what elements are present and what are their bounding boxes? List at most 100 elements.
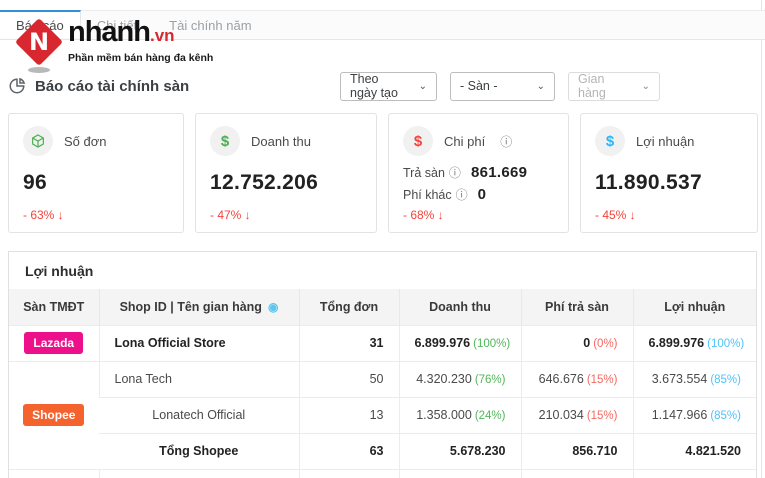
chevron-down-icon: ⌄ xyxy=(419,81,427,92)
card-profit: $ Lợi nhuận 11.890.537 - 45% ↓ xyxy=(580,113,758,233)
profit-cell xyxy=(633,469,756,478)
col-platform: Sàn TMĐT xyxy=(9,289,99,325)
profit-pct: (100%) xyxy=(707,338,744,350)
card-profit-value: 11.890.537 xyxy=(595,171,743,195)
profit-value: 3.673.554 xyxy=(652,372,708,386)
revenue-cell: 5.678.230 xyxy=(399,433,521,469)
table-row: Lazada Lona Official Store 31 6.899.976(… xyxy=(9,325,756,361)
profit-cell: 4.821.520 xyxy=(633,433,756,469)
dollar-icon: $ xyxy=(210,126,240,156)
card-orders-value: 96 xyxy=(23,171,169,195)
nhanh-logo-shadow xyxy=(28,67,50,73)
title-wrap: Báo cáo tài chính sàn xyxy=(8,77,189,95)
card-revenue-label: Doanh thu xyxy=(251,134,311,149)
col-shop-label: Shop ID | Tên gian hàng xyxy=(120,300,262,314)
card-cost-change: - 68% ↓ xyxy=(403,208,444,222)
nhanh-logo-word: nhanh.vn xyxy=(68,17,213,51)
revenue-cell: 6.899.976(100%) xyxy=(399,325,521,361)
info-icon[interactable]: ⓘ xyxy=(449,164,461,181)
card-cost-label: Chi phí xyxy=(444,134,485,149)
page-header: Báo cáo tài chính sàn Theo ngày tạo ⌄ - … xyxy=(0,68,765,104)
orders-cell: 31 xyxy=(299,325,399,361)
nhanh-logo-letter: N xyxy=(29,28,49,56)
card-orders: Số đơn 96 - 63% ↓ xyxy=(8,113,184,233)
platform-select[interactable]: - Sàn - ⌄ xyxy=(450,72,555,101)
cost-row2-label: Phí khác xyxy=(403,188,452,202)
fee-value: 210.034 xyxy=(539,408,584,422)
col-orders: Tổng đơn xyxy=(299,289,399,325)
revenue-value: 6.899.976 xyxy=(415,336,471,350)
card-revenue-top: $ Doanh thu xyxy=(210,126,362,156)
profit-pct: (85%) xyxy=(710,374,741,386)
card-orders-label: Số đơn xyxy=(64,134,107,149)
shop-cell: Tổng Shopee xyxy=(99,433,299,469)
stat-cards: Số đơn 96 - 63% ↓ $ Doanh thu 12.752.206… xyxy=(8,113,757,233)
fee-cell: 210.034(15%) xyxy=(521,397,633,433)
revenue-cell xyxy=(399,469,521,478)
revenue-value: 4.320.230 xyxy=(416,372,472,386)
fee-pct: (15%) xyxy=(587,374,618,386)
cost-row-other-fee: Phí khác ⓘ 0 xyxy=(403,186,554,203)
nhanh-word: nhanh xyxy=(68,16,150,48)
nhanh-logo-text: nhanh.vn Phần mềm bán hàng đa kênh xyxy=(68,17,213,64)
shop-cell: Lona Tech xyxy=(99,361,299,397)
table-row-total-shopee: Tổng Shopee 63 5.678.230 856.710 4.821.5… xyxy=(9,433,756,469)
package-icon xyxy=(23,126,53,156)
dollar-icon: $ xyxy=(595,126,625,156)
shopee-badge: Shopee xyxy=(23,404,84,426)
table-row: Shopee Lona Tech 50 4.320.230(76%) 646.6… xyxy=(9,361,756,397)
chevron-down-icon: ⌄ xyxy=(537,81,545,92)
table-header-row: Sàn TMĐT Shop ID | Tên gian hàng ◉ Tổng đ… xyxy=(9,289,756,325)
info-icon[interactable]: ⓘ xyxy=(456,186,468,203)
revenue-cell: 1.358.000(24%) xyxy=(399,397,521,433)
nhanh-tld: .vn xyxy=(150,26,175,45)
profit-section: Lợi nhuận Sàn TMĐT Shop ID | Tên gian hà… xyxy=(8,251,757,478)
card-revenue-value: 12.752.206 xyxy=(210,171,362,195)
profit-value: 1.147.966 xyxy=(652,408,708,422)
nhanh-logo: N nhanh.vn Phần mềm bán hàng đa kênh xyxy=(14,17,213,69)
platform-cell xyxy=(9,469,99,478)
profit-cell: 6.899.976(100%) xyxy=(633,325,756,361)
eye-icon[interactable]: ◉ xyxy=(268,300,278,314)
fee-cell: 856.710 xyxy=(521,433,633,469)
profit-value: 6.899.976 xyxy=(649,336,705,350)
fee-cell: 0(0%) xyxy=(521,325,633,361)
cost-row1-label: Trả sàn xyxy=(403,166,445,180)
platform-cell: Lazada xyxy=(9,325,99,361)
col-fee: Phí trả sàn xyxy=(521,289,633,325)
col-revenue: Doanh thu xyxy=(399,289,521,325)
nhanh-logo-tagline: Phần mềm bán hàng đa kênh xyxy=(68,52,213,64)
info-icon[interactable]: ⓘ xyxy=(500,133,512,150)
platform-value: - Sàn - xyxy=(460,79,498,93)
fee-pct: (15%) xyxy=(587,410,618,422)
pie-chart-icon xyxy=(8,77,26,95)
store-value: Gian hàng xyxy=(578,72,632,100)
chevron-down-icon: ⌄ xyxy=(642,81,650,92)
card-revenue-change: - 47% ↓ xyxy=(210,208,251,222)
store-select[interactable]: Gian hàng ⌄ xyxy=(568,72,660,101)
dollar-icon: $ xyxy=(403,126,433,156)
card-cost-top: $ Chi phí ⓘ xyxy=(403,126,554,156)
page-title: Báo cáo tài chính sàn xyxy=(35,78,189,95)
profit-cell: 3.673.554(85%) xyxy=(633,361,756,397)
card-cost-rows: Trả sàn ⓘ 861.669 Phí khác ⓘ 0 xyxy=(403,164,554,203)
fee-value: 0 xyxy=(583,336,590,350)
col-profit: Lợi nhuận xyxy=(633,289,756,325)
filters: Theo ngày tạo ⌄ - Sàn - ⌄ Gian hàng ⌄ xyxy=(340,72,757,101)
revenue-value: 1.358.000 xyxy=(416,408,472,422)
col-shop: Shop ID | Tên gian hàng ◉ xyxy=(99,289,299,325)
orders-cell xyxy=(299,469,399,478)
card-cost: $ Chi phí ⓘ Trả sàn ⓘ 861.669 Phí khác ⓘ… xyxy=(388,113,569,233)
orders-cell: 63 xyxy=(299,433,399,469)
shop-cell xyxy=(99,469,299,478)
date-type-select[interactable]: Theo ngày tạo ⌄ xyxy=(340,72,437,101)
fee-cell: 646.676(15%) xyxy=(521,361,633,397)
revenue-pct: (24%) xyxy=(475,410,506,422)
date-type-value: Theo ngày tạo xyxy=(350,72,409,100)
fee-cell xyxy=(521,469,633,478)
card-profit-change: - 45% ↓ xyxy=(595,208,636,222)
orders-cell: 13 xyxy=(299,397,399,433)
cost-row1-value: 861.669 xyxy=(471,164,527,181)
card-revenue: $ Doanh thu 12.752.206 - 47% ↓ xyxy=(195,113,377,233)
profit-pct: (85%) xyxy=(710,410,741,422)
